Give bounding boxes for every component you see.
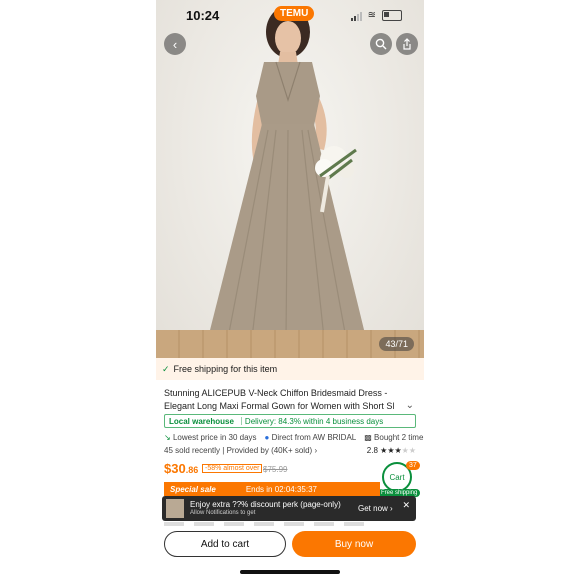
shipping-text: Free shipping for this item	[173, 364, 278, 374]
sold-recently: 45 sold recently	[164, 446, 221, 455]
stars-icon: ★★★★★	[380, 446, 416, 455]
share-icon	[403, 38, 411, 50]
thumbnail-strip	[164, 522, 364, 526]
cart-label: Cart	[389, 472, 405, 482]
delivery-text: Delivery: 84.3% within 4 business days	[244, 416, 384, 426]
arrow-down-icon: ↘	[164, 433, 171, 442]
warehouse-label: Local warehouse	[169, 416, 234, 426]
price-int: $30	[164, 461, 186, 476]
rating-value: 2.8	[366, 446, 378, 455]
sale-label: Special sale	[170, 484, 216, 494]
cart-count: 37	[406, 461, 420, 470]
bought-count: ▩ Bought 2 time	[364, 433, 424, 442]
product-title[interactable]: Stunning ALICEPUB V-Neck Chiffon Bridesm…	[164, 387, 404, 413]
sale-countdown: Ends in 02:04:35:37	[245, 484, 317, 494]
status-bar: 10:24 TEMU ≊	[156, 6, 424, 26]
notification-banner[interactable]: Enjoy extra ??% discount perk (page-only…	[162, 496, 416, 521]
price: $30.86	[164, 461, 198, 476]
thumbnail[interactable]	[194, 522, 214, 526]
system-icons: ≊	[350, 10, 402, 21]
discount-badge: -58% almost over	[202, 464, 263, 473]
special-sale-bar: Special sale Ends in 02:04:35:37	[164, 482, 380, 496]
thumbnail[interactable]	[314, 522, 334, 526]
chevron-down-icon[interactable]: ⌄	[406, 400, 414, 411]
delivery-info[interactable]: Local warehouse Delivery: 84.3% within 4…	[164, 414, 416, 428]
thumbnail[interactable]	[224, 522, 244, 526]
trust-row: ↘ Lowest price in 30 days ● Direct from …	[164, 433, 424, 442]
lowest-price: ↘ Lowest price in 30 days	[164, 433, 257, 442]
back-button[interactable]: ‹	[164, 33, 186, 55]
battery-icon	[382, 10, 402, 21]
notification-title: Enjoy extra ??% discount perk (page-only…	[190, 500, 341, 509]
thumbnail[interactable]	[284, 522, 304, 526]
provider-sold[interactable]: (40K+ sold)	[271, 446, 312, 455]
signal-icon	[350, 11, 362, 21]
get-now-button[interactable]: Get now ›	[358, 504, 393, 513]
share-button[interactable]	[396, 33, 418, 55]
bag-icon: ▩	[364, 433, 372, 442]
provided-by[interactable]: Provided by	[227, 446, 269, 455]
wifi-icon: ≊	[367, 10, 376, 21]
app-badge: TEMU	[274, 6, 315, 21]
search-icon	[375, 38, 387, 50]
close-icon[interactable]: ✕	[402, 500, 410, 511]
home-indicator[interactable]	[240, 570, 340, 574]
product-page: 10:24 TEMU ≊ ‹ 43/71 ✓ Free shipping for…	[156, 0, 424, 580]
divider	[240, 417, 242, 425]
image-counter: 43/71	[379, 337, 414, 351]
rating[interactable]: 2.8 ★★★★★	[367, 446, 416, 455]
chevron-left-icon: ‹	[172, 36, 178, 52]
direct-from[interactable]: ● Direct from AW BRIDAL	[265, 433, 357, 442]
notification-subtitle: Allow Notifications to get	[190, 510, 256, 516]
notification-thumbnail	[166, 499, 184, 518]
price-dec: .86	[185, 465, 199, 475]
thumbnail[interactable]	[344, 522, 364, 526]
original-price: $75.99	[263, 465, 288, 474]
check-icon: ✓	[162, 363, 170, 374]
thumbnail[interactable]	[254, 522, 274, 526]
search-button[interactable]	[370, 33, 392, 55]
shipping-banner: ✓ Free shipping for this item	[156, 358, 424, 380]
thumbnail[interactable]	[164, 522, 184, 526]
add-to-cart-button[interactable]: Add to cart	[164, 531, 286, 557]
clock: 10:24	[186, 8, 220, 23]
chevron-right-icon[interactable]: ›	[314, 446, 317, 455]
verified-icon: ●	[264, 433, 270, 442]
buy-now-button[interactable]: Buy now	[292, 531, 416, 557]
